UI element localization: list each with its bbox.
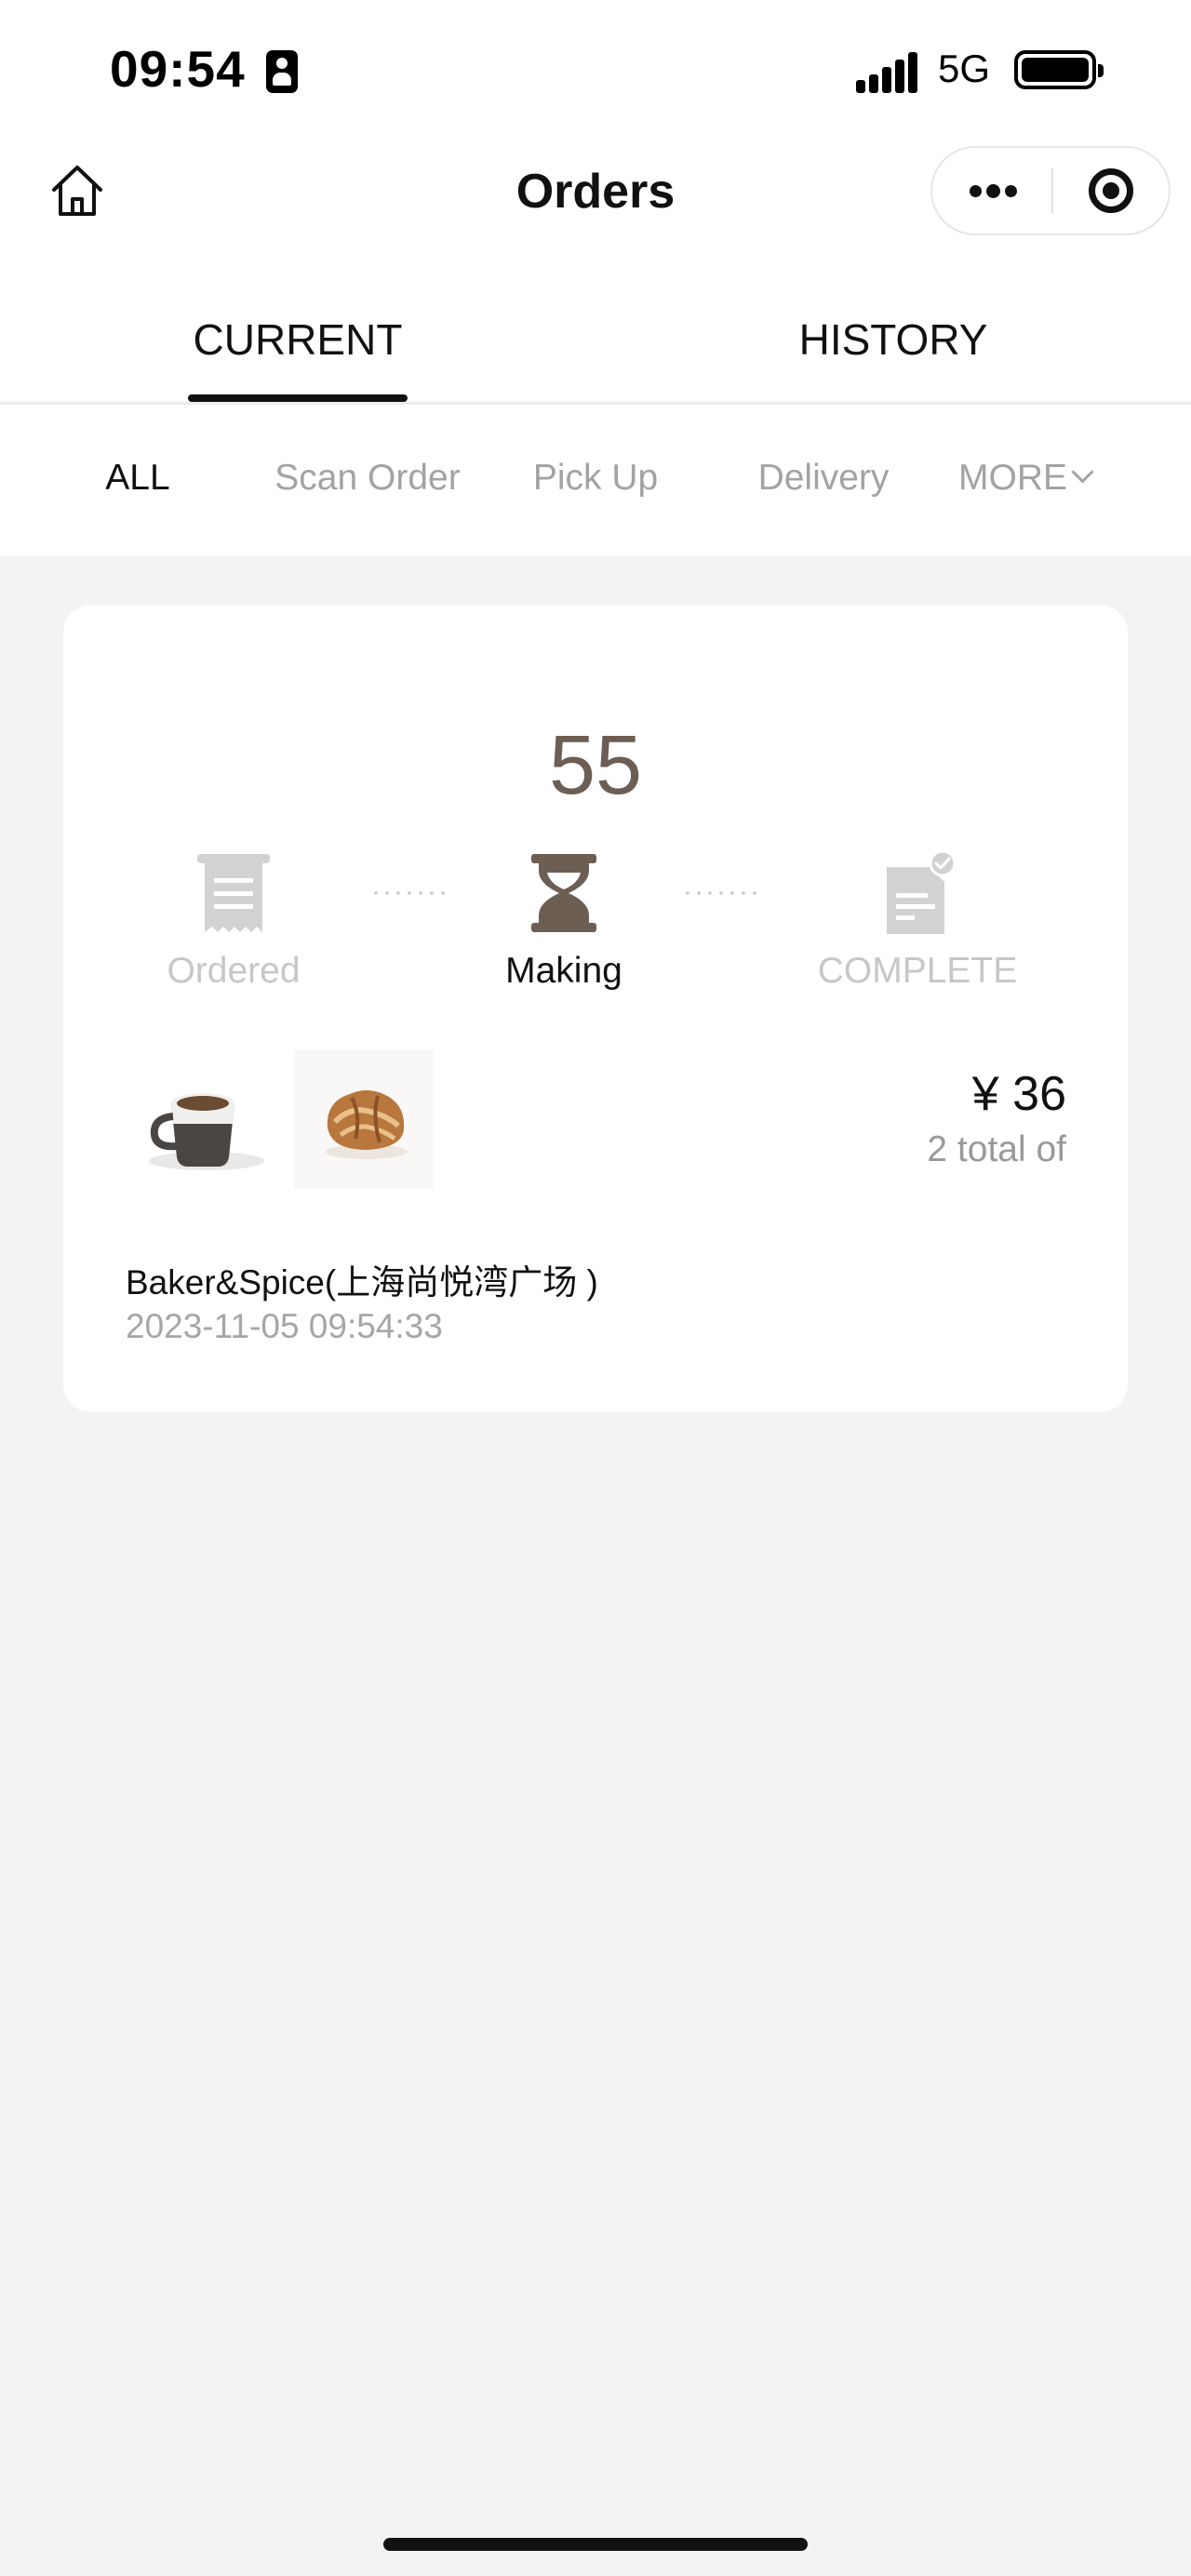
tab-history[interactable]: HISTORY [744,314,1042,365]
document-check-icon [887,849,957,934]
tabs-divider [0,402,1191,405]
order-number: 55 [548,719,643,812]
signal-icon [856,48,921,93]
order-time: 2023-11-05 09:54:33 [126,1307,443,1345]
home-indicator [383,2538,808,2551]
step-complete-label: COMPLETE [817,951,1018,991]
active-tab-indicator [188,394,408,402]
chevron-down-icon [1071,460,1094,484]
hourglass-icon [531,854,596,932]
battery-icon [1014,50,1104,89]
step-making-label: Making [505,951,622,991]
more-options-button[interactable] [932,148,1051,234]
store-name: Baker&Spice(上海尚悦湾广场 ) [126,1263,598,1301]
filter-scan-order[interactable]: Scan Order [251,458,484,499]
progress-dots [370,891,448,895]
mini-program-capsule [930,146,1171,235]
order-item-count: 2 total of [927,1129,1066,1169]
tab-current[interactable]: CURRENT [149,314,447,365]
coffee-cup-image [130,1049,270,1189]
croissant-image [294,1049,434,1189]
close-miniprogram-button[interactable] [1053,148,1169,234]
filter-pick-up[interactable]: Pick Up [502,458,689,499]
id-card-icon [266,50,298,93]
status-time: 09:54 [110,40,246,98]
order-price: ¥ 36 [971,1067,1066,1121]
filter-more-label: MORE [958,458,1067,498]
filter-delivery[interactable]: Delivery [735,458,912,499]
step-complete: COMPLETE [796,847,1038,992]
network-label: 5G [938,47,991,90]
progress-dots [682,891,760,895]
order-card[interactable]: 55 Ordered Making COMPLETE ¥ 36 2 total … [63,605,1128,1412]
filter-more[interactable]: MORE [958,458,1135,499]
filter-all[interactable]: ALL [82,458,194,499]
step-ordered: Ordered [113,847,355,992]
step-making: Making [443,847,685,992]
step-ordered-label: Ordered [167,951,301,991]
receipt-icon [197,854,270,932]
more-dots-icon [970,185,982,197]
